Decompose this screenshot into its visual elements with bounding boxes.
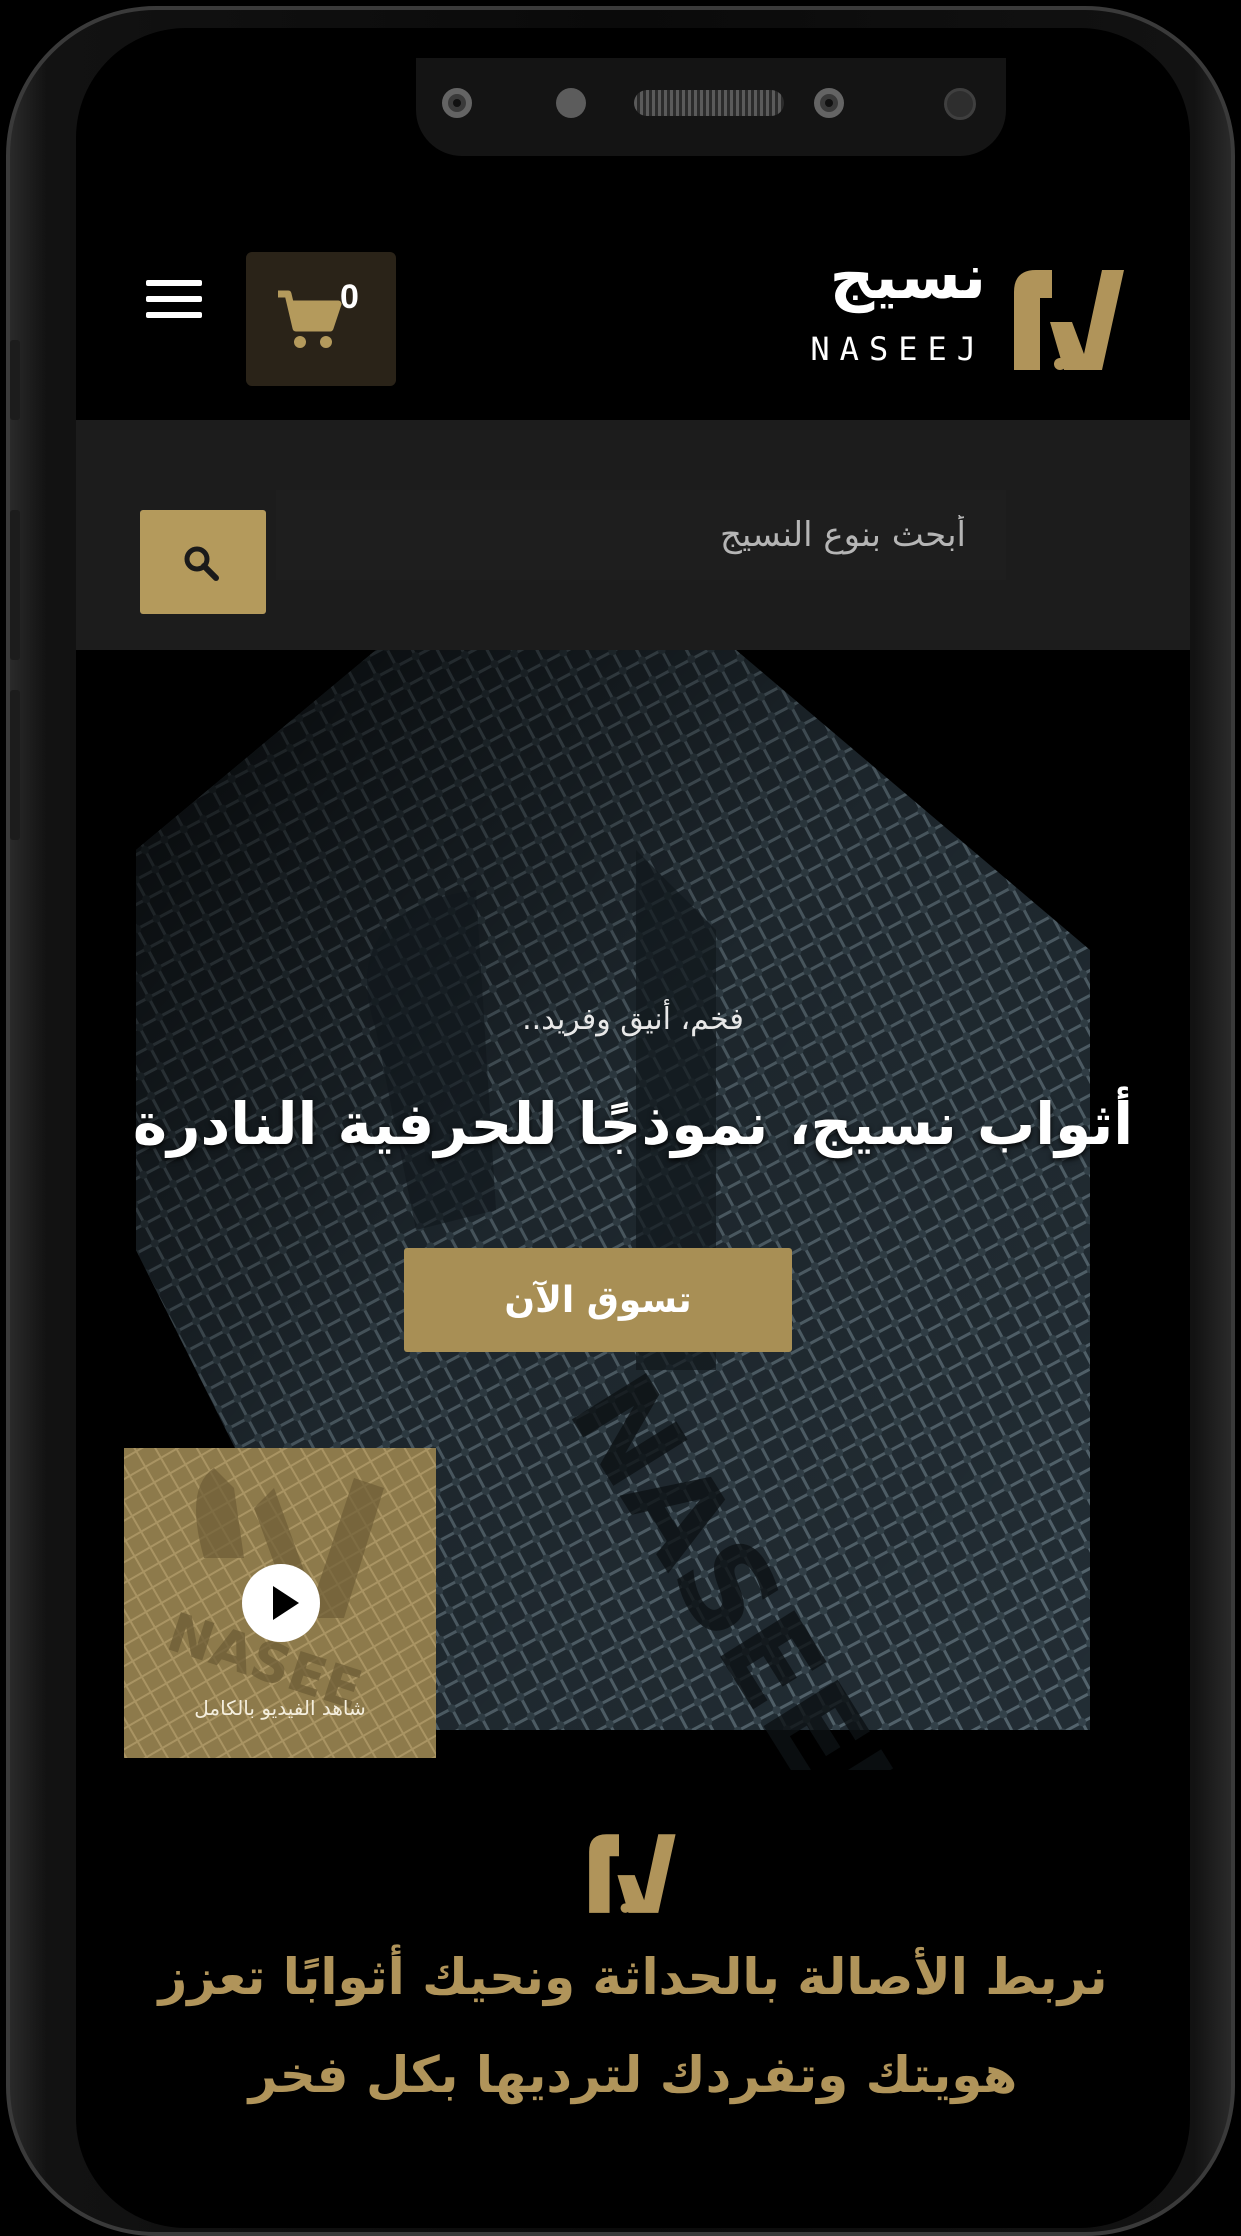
sensor-icon [814, 88, 844, 118]
brand-logo[interactable]: نسيج NASEEJ [746, 240, 1126, 378]
phone-volume-up [10, 510, 20, 660]
slogan-line-1: نربط الأصالة بالحداثة ونحيك أثوابًا تعزز [158, 1948, 1108, 2006]
search-button[interactable] [140, 510, 266, 614]
video-caption: شاهد الفيديو بالكامل [194, 1696, 366, 1720]
search-bar [76, 420, 1190, 650]
shop-now-button[interactable]: تسوق الآن [404, 1248, 792, 1352]
phone-side-button [10, 340, 20, 420]
video-thumbnail[interactable]: NASEE شاهد الفيديو بالكامل [124, 1448, 436, 1758]
hero-banner: NASEEJ فخم، أنيق وفريد.. أثواب نسيج، نمو… [76, 650, 1190, 1770]
cart-icon [278, 290, 342, 348]
cart-button[interactable]: 0 [246, 252, 396, 386]
hero-tagline: فخم، أنيق وفريد.. [522, 1002, 744, 1037]
speaker-grille [634, 90, 784, 116]
search-icon [184, 546, 219, 581]
brand-slogan: نربط الأصالة بالحداثة ونحيك أثوابًا تعزز… [76, 1928, 1190, 2124]
logo-latin-text: NASEEJ [810, 330, 986, 368]
brand-logo-icon [1014, 270, 1124, 370]
menu-icon [146, 280, 202, 286]
play-icon[interactable] [242, 1564, 320, 1642]
cart-count-badge: 0 [340, 278, 359, 316]
proximity-sensor-icon [944, 88, 976, 120]
menu-button[interactable] [146, 280, 202, 324]
hero-title: أثواب نسيج، نموذجًا للحرفية النادرة [132, 1090, 1134, 1158]
brand-mark-icon [589, 1834, 676, 1913]
logo-arabic-text: نسيج [829, 240, 986, 313]
slogan-line-2: هويتك وتفردك لترديها بكل فخر [248, 2046, 1018, 2104]
sensor-icon [442, 88, 472, 118]
phone-volume-down [10, 690, 20, 840]
search-input[interactable] [276, 490, 1006, 580]
phone-notch [416, 58, 1006, 156]
phone-screen: 0 نسيج NASEEJ أبحث بنوع النسيج NASEEJ فخ… [76, 28, 1190, 2228]
front-camera-icon [556, 88, 586, 118]
site-header: 0 نسيج NASEEJ [76, 218, 1190, 386]
